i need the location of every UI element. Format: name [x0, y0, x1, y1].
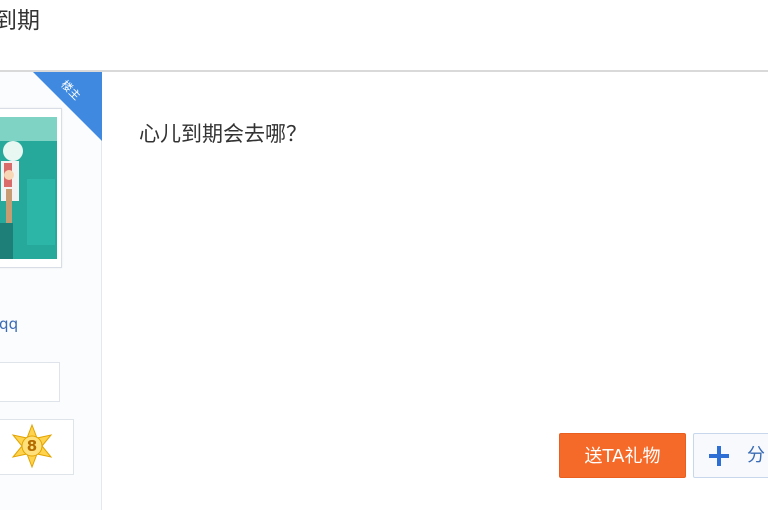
badge-level: 8	[26, 437, 38, 455]
share-label: 分	[747, 445, 765, 466]
thread-title: 到期	[0, 8, 40, 34]
avatar-image[interactable]	[0, 117, 57, 259]
plus-icon	[709, 446, 729, 466]
avatar-illustration	[0, 117, 57, 259]
badge-box[interactable]: 8	[0, 419, 74, 475]
avatar[interactable]	[0, 108, 62, 268]
author-level-box	[0, 362, 60, 402]
thread-header: 到期	[0, 0, 768, 70]
post-content: 心儿到期会去哪？	[139, 122, 307, 146]
send-gift-button[interactable]: 送TA礼物	[559, 433, 686, 478]
share-button[interactable]: 分	[693, 433, 768, 478]
author-panel: /qq 8	[0, 72, 102, 510]
author-name[interactable]: /qq	[0, 315, 18, 333]
